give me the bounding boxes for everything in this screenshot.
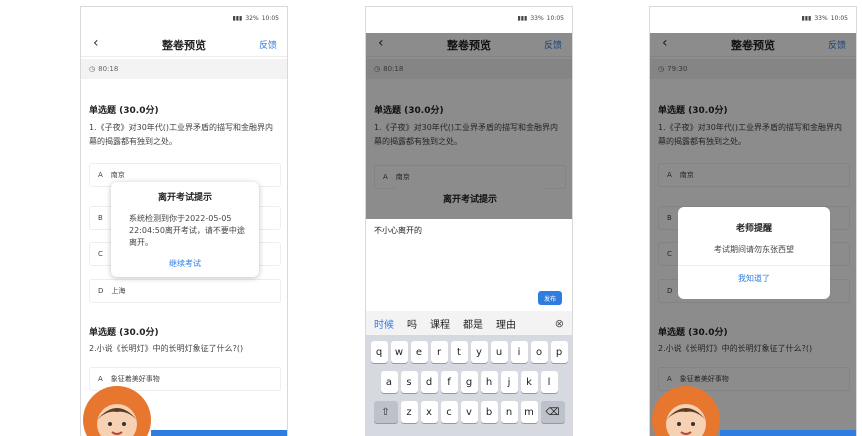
key[interactable]: j: [500, 371, 518, 393]
option-text: 南京: [110, 171, 125, 179]
bottom-bar: [151, 430, 287, 436]
option-letter: A: [98, 171, 103, 179]
clock-icon: ◷: [89, 65, 96, 73]
dialog-title: 离开考试提示: [157, 193, 212, 203]
dialog-title: 老师提醒: [735, 224, 772, 234]
key-row-2: a s d f g h j k l: [366, 371, 572, 393]
dialog-divider: [678, 265, 830, 266]
section-title: 单选题 (30.0分): [89, 106, 159, 116]
candidate-bar: 时候 吗 课程 都是 理由 ⊗: [366, 311, 572, 335]
status-bar: ▮▮▮ 33% 10:05: [650, 7, 856, 29]
shift-key[interactable]: ⇧: [373, 401, 398, 423]
feedback-button[interactable]: 反馈: [259, 38, 277, 51]
bottom-bar: [720, 430, 856, 436]
status-bar: ▮▮▮ 33% 10:05: [366, 7, 572, 29]
dialog-body: 考试期间请勿东张西望: [714, 245, 794, 254]
status-bar: ▮▮▮ 32% 10:05: [81, 7, 287, 29]
key-row-3: ⇧ z x c v b n m ⌫: [366, 401, 572, 423]
battery-text: 33%: [530, 14, 544, 22]
battery-text: 32%: [245, 14, 259, 22]
key[interactable]: u: [490, 341, 508, 363]
key[interactable]: d: [420, 371, 438, 393]
question-text: 1.《子夜》对30年代()工业界矛盾的描写和金融界内幕的揭露都有独到之处。: [89, 123, 274, 146]
option-letter: B: [98, 214, 103, 222]
keyboard: q w e r t y u i o p a s d f g h j k l ⇧ …: [366, 335, 572, 436]
key[interactable]: y: [470, 341, 488, 363]
acknowledge-button[interactable]: 我知道了: [678, 273, 830, 284]
option-d[interactable]: D 上海: [89, 279, 281, 303]
close-candidates-icon[interactable]: ⊗: [555, 317, 564, 330]
send-button[interactable]: 发布: [538, 291, 562, 305]
page-title: 整卷预览: [162, 38, 206, 52]
key[interactable]: m: [520, 401, 538, 423]
option-letter: C: [98, 250, 103, 258]
signal-icon: ▮▮▮: [232, 14, 243, 22]
dialog-body: 系统检测到你于2022-05-05 22:04:50离开考试，请不要中途离开。: [129, 214, 245, 247]
clock: 10:05: [261, 14, 279, 22]
signal-icon: ▮▮▮: [517, 14, 528, 22]
key[interactable]: g: [460, 371, 478, 393]
dim-overlay: [366, 33, 572, 219]
candidate-word[interactable]: 理由: [496, 316, 516, 331]
key[interactable]: f: [440, 371, 458, 393]
key[interactable]: e: [410, 341, 428, 363]
avatar: [652, 386, 720, 436]
phone-screen-keyboard: ▮▮▮ 33% 10:05 ‹ 整卷预览 反馈 ◷ 80:18 单选题 (30.…: [365, 6, 573, 436]
key[interactable]: o: [530, 341, 548, 363]
key[interactable]: b: [480, 401, 498, 423]
key[interactable]: v: [460, 401, 478, 423]
key[interactable]: i: [510, 341, 528, 363]
top-nav: ‹ 整卷预览 反馈: [81, 33, 287, 57]
back-icon[interactable]: ‹: [93, 35, 99, 51]
phone-screen-leave-warning: ▮▮▮ 32% 10:05 ‹ 整卷预览 反馈 ◷ 80:18 单选题 (30.…: [80, 6, 288, 436]
key[interactable]: c: [440, 401, 458, 423]
key[interactable]: q: [370, 341, 388, 363]
clock: 10:05: [546, 14, 564, 22]
input-text: 不小心离开的: [374, 226, 422, 235]
clock: 10:05: [830, 14, 848, 22]
key[interactable]: n: [500, 401, 518, 423]
battery-text: 33%: [814, 14, 828, 22]
timer-value: 80:18: [98, 65, 119, 73]
option-text: 象征着美好事物: [110, 375, 160, 383]
key[interactable]: k: [520, 371, 538, 393]
signal-icon: ▮▮▮: [801, 14, 812, 22]
continue-exam-button[interactable]: 继续考试: [111, 258, 259, 269]
option-letter: D: [98, 287, 104, 295]
section-title-2: 单选题 (30.0分): [89, 328, 159, 338]
key[interactable]: t: [450, 341, 468, 363]
option-letter: A: [98, 375, 103, 383]
option-text: 上海: [111, 287, 126, 295]
timer-bar: ◷ 80:18: [81, 59, 287, 79]
key[interactable]: l: [540, 371, 558, 393]
key[interactable]: x: [420, 401, 438, 423]
teacher-reminder-dialog: 老师提醒 考试期间请勿东张西望 我知道了: [678, 207, 830, 299]
backspace-key[interactable]: ⌫: [540, 401, 565, 423]
reason-input[interactable]: 不小心离开的 发布: [366, 219, 572, 311]
key[interactable]: p: [550, 341, 568, 363]
key[interactable]: s: [400, 371, 418, 393]
candidate-word[interactable]: 吗: [407, 316, 417, 331]
key[interactable]: w: [390, 341, 408, 363]
key[interactable]: z: [400, 401, 418, 423]
key[interactable]: a: [380, 371, 398, 393]
candidate-word[interactable]: 都是: [463, 316, 483, 331]
leave-exam-dialog: 离开考试提示 系统检测到你于2022-05-05 22:04:50离开考试，请不…: [111, 182, 259, 277]
key[interactable]: h: [480, 371, 498, 393]
candidate-word[interactable]: 课程: [430, 316, 450, 331]
candidate-word[interactable]: 时候: [374, 316, 394, 331]
question-text-2: 2.小说《长明灯》中的长明灯象征了什么?(): [89, 344, 244, 353]
key[interactable]: r: [430, 341, 448, 363]
avatar: [83, 386, 151, 436]
phone-screen-teacher-reminder: ▮▮▮ 33% 10:05 ‹ 整卷预览 反馈 ◷ 79:30 单选题 (30.…: [649, 6, 857, 436]
key-row-1: q w e r t y u i o p: [366, 341, 572, 363]
